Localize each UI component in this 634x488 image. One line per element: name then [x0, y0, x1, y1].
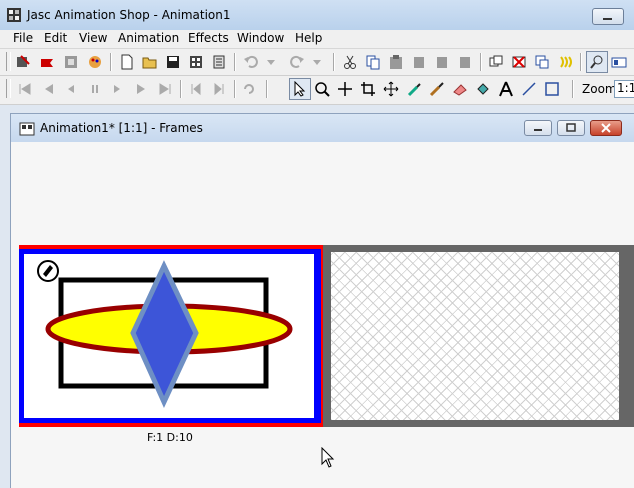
- shape-tool-icon[interactable]: [543, 80, 561, 98]
- palette-icon[interactable]: [86, 53, 104, 71]
- forward-icon[interactable]: [210, 80, 228, 98]
- menu-animation[interactable]: Animation: [118, 31, 179, 45]
- insert-frames-icon[interactable]: [487, 53, 505, 71]
- paste-icon[interactable]: [387, 53, 405, 71]
- maximize-icon: [566, 123, 576, 132]
- previous-frame-icon[interactable]: [40, 80, 58, 98]
- menu-file[interactable]: File: [13, 31, 33, 45]
- delete-frames-icon[interactable]: [510, 53, 528, 71]
- arrow-tool-icon[interactable]: [289, 78, 311, 100]
- frame-marker-icon: [37, 260, 59, 282]
- fill-tool-icon[interactable]: [474, 80, 492, 98]
- mouse-pointer-icon: [321, 447, 335, 468]
- crop-tool-icon[interactable]: [359, 80, 377, 98]
- line-tool-icon[interactable]: [520, 80, 538, 98]
- menu-view[interactable]: View: [79, 31, 107, 45]
- frame-2-canvas: [331, 252, 619, 420]
- frames-window-title-bar: Animation1* [1:1] - Frames: [11, 114, 634, 142]
- frames-view: F:1 D:10: [19, 142, 634, 488]
- next-frame-icon[interactable]: [132, 80, 150, 98]
- stop-icon[interactable]: [86, 80, 104, 98]
- frames-window: Animation1* [1:1] - Frames F:1 D:10: [10, 113, 634, 488]
- dropper-tool-icon[interactable]: [405, 80, 423, 98]
- text-tool-icon[interactable]: [497, 80, 515, 98]
- animation-wizard-icon[interactable]: [14, 53, 32, 71]
- standard-toolbar: [0, 49, 634, 76]
- menu-edit[interactable]: Edit: [44, 31, 67, 45]
- open-icon[interactable]: [141, 53, 159, 71]
- rewind-icon[interactable]: [187, 80, 205, 98]
- menu-help[interactable]: Help: [295, 31, 322, 45]
- child-maximize-button[interactable]: [557, 120, 585, 136]
- properties-icon[interactable]: [210, 53, 228, 71]
- paste-after-icon[interactable]: [433, 53, 451, 71]
- frames-window-title: Animation1* [1:1] - Frames: [40, 121, 203, 135]
- frame-1-info: F:1 D:10: [147, 431, 193, 444]
- last-frame-icon[interactable]: [156, 80, 174, 98]
- paste-into-icon[interactable]: [456, 53, 474, 71]
- paste-before-icon[interactable]: [410, 53, 428, 71]
- new-icon[interactable]: [118, 53, 136, 71]
- eraser-tool-icon[interactable]: [451, 80, 469, 98]
- view-animation-icon[interactable]: [610, 53, 628, 71]
- mover-tool-icon[interactable]: [382, 80, 400, 98]
- tools-toolbar: Zoom: 1:1: [0, 76, 634, 105]
- crosshair-tool-icon[interactable]: [336, 80, 354, 98]
- app-icon: [7, 8, 21, 22]
- zoom-tool-icon[interactable]: [313, 80, 331, 98]
- tweening-icon[interactable]: [556, 53, 574, 71]
- undo-dropdown-icon[interactable]: [262, 53, 280, 71]
- loop-icon[interactable]: [240, 80, 258, 98]
- close-icon: [601, 123, 611, 133]
- frame-properties-icon[interactable]: [533, 53, 551, 71]
- zoom-input[interactable]: 1:1: [614, 80, 634, 98]
- frame-thumbnail-2[interactable]: [323, 245, 634, 427]
- cut-icon[interactable]: [341, 53, 359, 71]
- copy-icon[interactable]: [364, 53, 382, 71]
- redo-dropdown-icon[interactable]: [308, 53, 326, 71]
- animation-document-icon: [19, 122, 35, 136]
- app-title-bar: Jasc Animation Shop - Animation1: [0, 0, 634, 30]
- paint-brush-icon[interactable]: [428, 80, 446, 98]
- magnifier-view-icon[interactable]: [586, 51, 608, 73]
- toolbar-grip[interactable]: [6, 52, 11, 71]
- play-icon[interactable]: [108, 80, 126, 98]
- frame-1-canvas: [24, 254, 314, 418]
- redo-icon[interactable]: [288, 53, 306, 71]
- step-back-icon[interactable]: [62, 80, 80, 98]
- undo-icon[interactable]: [242, 53, 260, 71]
- first-frame-icon[interactable]: [16, 80, 34, 98]
- minimize-icon: [534, 129, 542, 131]
- child-close-button[interactable]: [590, 120, 622, 136]
- menu-window[interactable]: Window: [237, 31, 284, 45]
- minimize-button[interactable]: [592, 8, 624, 25]
- app-title: Jasc Animation Shop - Animation1: [27, 8, 231, 22]
- child-minimize-button[interactable]: [524, 120, 552, 136]
- menu-bar: File Edit View Animation Effects Window …: [0, 30, 634, 49]
- frame-thumbnail-1[interactable]: [19, 245, 323, 427]
- banner-wizard-icon[interactable]: [38, 53, 56, 71]
- toolbar-grip[interactable]: [6, 79, 11, 98]
- optimization-wizard-icon[interactable]: [62, 53, 80, 71]
- frame-1-image: [45, 260, 293, 409]
- frames-icon[interactable]: [187, 53, 205, 71]
- save-icon[interactable]: [164, 53, 182, 71]
- menu-effects[interactable]: Effects: [188, 31, 229, 45]
